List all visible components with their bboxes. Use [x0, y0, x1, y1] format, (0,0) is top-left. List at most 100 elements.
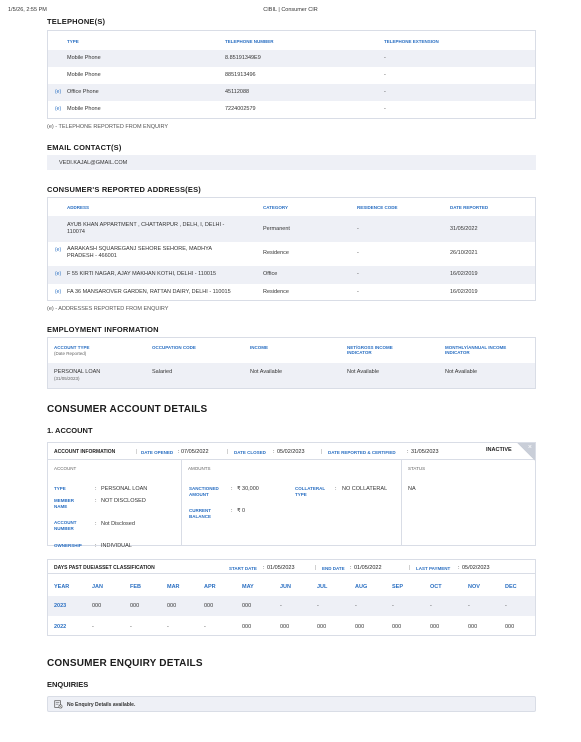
status-heading: STATUS: [408, 466, 426, 471]
member-label-2: NAME: [54, 504, 68, 509]
employment-table: ACCOUNT TYPE (Date Reported) OCCUPATION …: [47, 337, 536, 389]
dpd-value: -: [167, 624, 169, 630]
email-row: VEDI.KAJAL@GMAIL.COM: [47, 155, 536, 170]
date-reported-colon: :: [407, 449, 409, 455]
dpd-value: -: [392, 603, 394, 609]
status-column: STATUS NA: [402, 460, 535, 546]
address-code: -: [357, 226, 359, 232]
address-line2: 110074: [67, 229, 85, 235]
account-number-colon: :: [95, 521, 97, 527]
account-details-title: CONSUMER ACCOUNT DETAILS: [47, 404, 208, 415]
start-date-label: START DATE: [229, 565, 257, 571]
ownership-value: INDIVIDUAL: [101, 543, 132, 549]
dpd-value: 000: [430, 624, 440, 630]
phone-ext: -: [384, 106, 386, 112]
sanctioned-value: ₹ 30,000: [237, 486, 259, 492]
date-closed-label: DATE CLOSED: [234, 449, 266, 455]
date-reported-label: DATE REPORTED & CERTIFIED: [328, 449, 396, 455]
address-date: 26/10/2021: [450, 250, 478, 256]
address-code: -: [357, 289, 359, 295]
address-row: (e) F 55 KIRTI NAGAR, AJAY MAKHAN KOTHI,…: [48, 266, 535, 284]
current-balance-value: ₹ 0: [237, 508, 246, 514]
dpd-month: YEAR: [54, 584, 70, 590]
end-date-colon: :: [350, 565, 352, 571]
col-occupation: OCCUPATION CODE: [152, 345, 196, 350]
addresses-title: CONSUMER'S REPORTED ADDRESS(ES): [47, 185, 201, 194]
col-extension: TELEPHONE EXTENSION: [384, 39, 439, 44]
dpd-header: DAYS PAST DUE/ASSET CLASSIFICATION START…: [47, 559, 536, 574]
address-line1: AARAKASH SQUAREGANJ SEHORE SEHORE, MADHY…: [67, 246, 213, 252]
enquiry-marker: (e): [55, 289, 62, 295]
close-corner[interactable]: ×: [517, 443, 535, 461]
no-records-icon: [54, 700, 63, 709]
telephone-row: Mobile Phone 8.85191349E9 -: [48, 50, 535, 67]
dpd-value: 000: [242, 624, 252, 630]
col-number: TELEPHONE NUMBER: [225, 39, 274, 44]
dpd-value: 000: [505, 624, 515, 630]
dpd-grid: YEAR JAN FEB MAR APR MAY JUN JUL AUG SEP…: [47, 574, 536, 636]
employment-occupation: Salaried: [152, 369, 173, 375]
dpd-month-row: YEAR JAN FEB MAR APR MAY JUN JUL AUG SEP…: [48, 574, 535, 596]
dpd-value: 000: [242, 603, 252, 609]
current-balance-label-2: BALANCE: [189, 514, 211, 519]
member-colon: :: [95, 498, 97, 504]
enquiry-title: CONSUMER ENQUIRY DETAILS: [47, 658, 203, 669]
collateral-colon: :: [335, 486, 337, 492]
dpd-value: -: [355, 603, 357, 609]
dpd-month: JUN: [280, 584, 292, 590]
phone-number: 45112088: [225, 89, 250, 95]
dpd-year: 2023: [54, 603, 67, 609]
col-monthly-annual-2: INDICATOR: [445, 350, 470, 355]
address-line1: FA 36 MANSAROVER GARDEN, RATTAN DAIRY, D…: [67, 289, 231, 295]
date-opened-label: DATE OPENED: [141, 449, 174, 455]
dpd-value: -: [92, 624, 94, 630]
employment-title: EMPLOYMENT INFORMATION: [47, 325, 159, 334]
phone-type: Mobile Phone: [67, 72, 101, 78]
dpd-value: -: [280, 603, 282, 609]
dpd-value: -: [130, 624, 132, 630]
account-heading: ACCOUNT: [54, 466, 77, 471]
start-date-value: 01/05/2023: [267, 565, 295, 571]
col-income: INCOME: [250, 345, 268, 350]
phone-type: Mobile Phone: [67, 106, 101, 112]
addresses-header-row: ADDRESS CATEGORY RESIDENCE CODE DATE REP…: [48, 198, 535, 216]
print-header: 1/5/26, 2:55 PM CIBIL | Consumer CIR: [8, 7, 573, 15]
end-date-label: END DATE: [322, 565, 345, 571]
employment-income: Not Available: [250, 369, 283, 375]
enquiry-empty-message: No Enquiry Details available.: [67, 702, 136, 708]
employment-header-row: ACCOUNT TYPE (Date Reported) OCCUPATION …: [48, 338, 535, 363]
address-line1: F 55 KIRTI NAGAR, AJAY MAKHAN KOTHI, DEL…: [67, 271, 217, 277]
date-closed-value: 05/02/2023: [277, 449, 305, 455]
ownership-colon: :: [95, 543, 97, 549]
dpd-month: DEC: [505, 584, 517, 590]
address-date: 16/02/2019: [450, 271, 478, 277]
address-category: Office: [263, 271, 278, 277]
account-number-label-2: NUMBER: [54, 526, 74, 531]
address-date: 16/02/2019: [450, 289, 478, 295]
close-icon[interactable]: ×: [528, 444, 532, 451]
address-row: (e) FA 36 MANSAROVER GARDEN, RATTAN DAIR…: [48, 284, 535, 302]
email-value: VEDI.KAJAL@GMAIL.COM: [59, 160, 128, 166]
dpd-value: 000: [392, 624, 402, 630]
dpd-value: 000: [468, 624, 478, 630]
dpd-month: JAN: [92, 584, 104, 590]
date-opened-colon: :: [178, 449, 180, 455]
email-title: EMAIL CONTACT(S): [47, 143, 122, 152]
col-residence-code: RESIDENCE CODE: [357, 205, 398, 210]
dpd-month: APR: [204, 584, 216, 590]
status-value: NA: [408, 486, 416, 492]
type-value: PERSONAL LOAN: [101, 486, 148, 492]
last-payment-colon: :: [458, 565, 460, 571]
telephones-title: TELEPHONE(S): [47, 17, 106, 26]
phone-number: 8851913496: [225, 72, 256, 78]
account-subtitle: 1. ACCOUNT: [47, 426, 93, 435]
last-payment-value: 05/02/2023: [462, 565, 490, 571]
dpd-value: -: [468, 603, 470, 609]
address-code: -: [357, 250, 359, 256]
address-row: (e) AARAKASH SQUAREGANJ SEHORE SEHORE, M…: [48, 242, 535, 266]
telephone-row: (e) Office Phone 45112088 -: [48, 84, 535, 101]
col-type: TYPE: [67, 39, 79, 44]
dpd-value: -: [430, 603, 432, 609]
enquiry-marker: (e): [55, 271, 62, 277]
print-title: CIBIL | Consumer CIR: [263, 7, 318, 13]
